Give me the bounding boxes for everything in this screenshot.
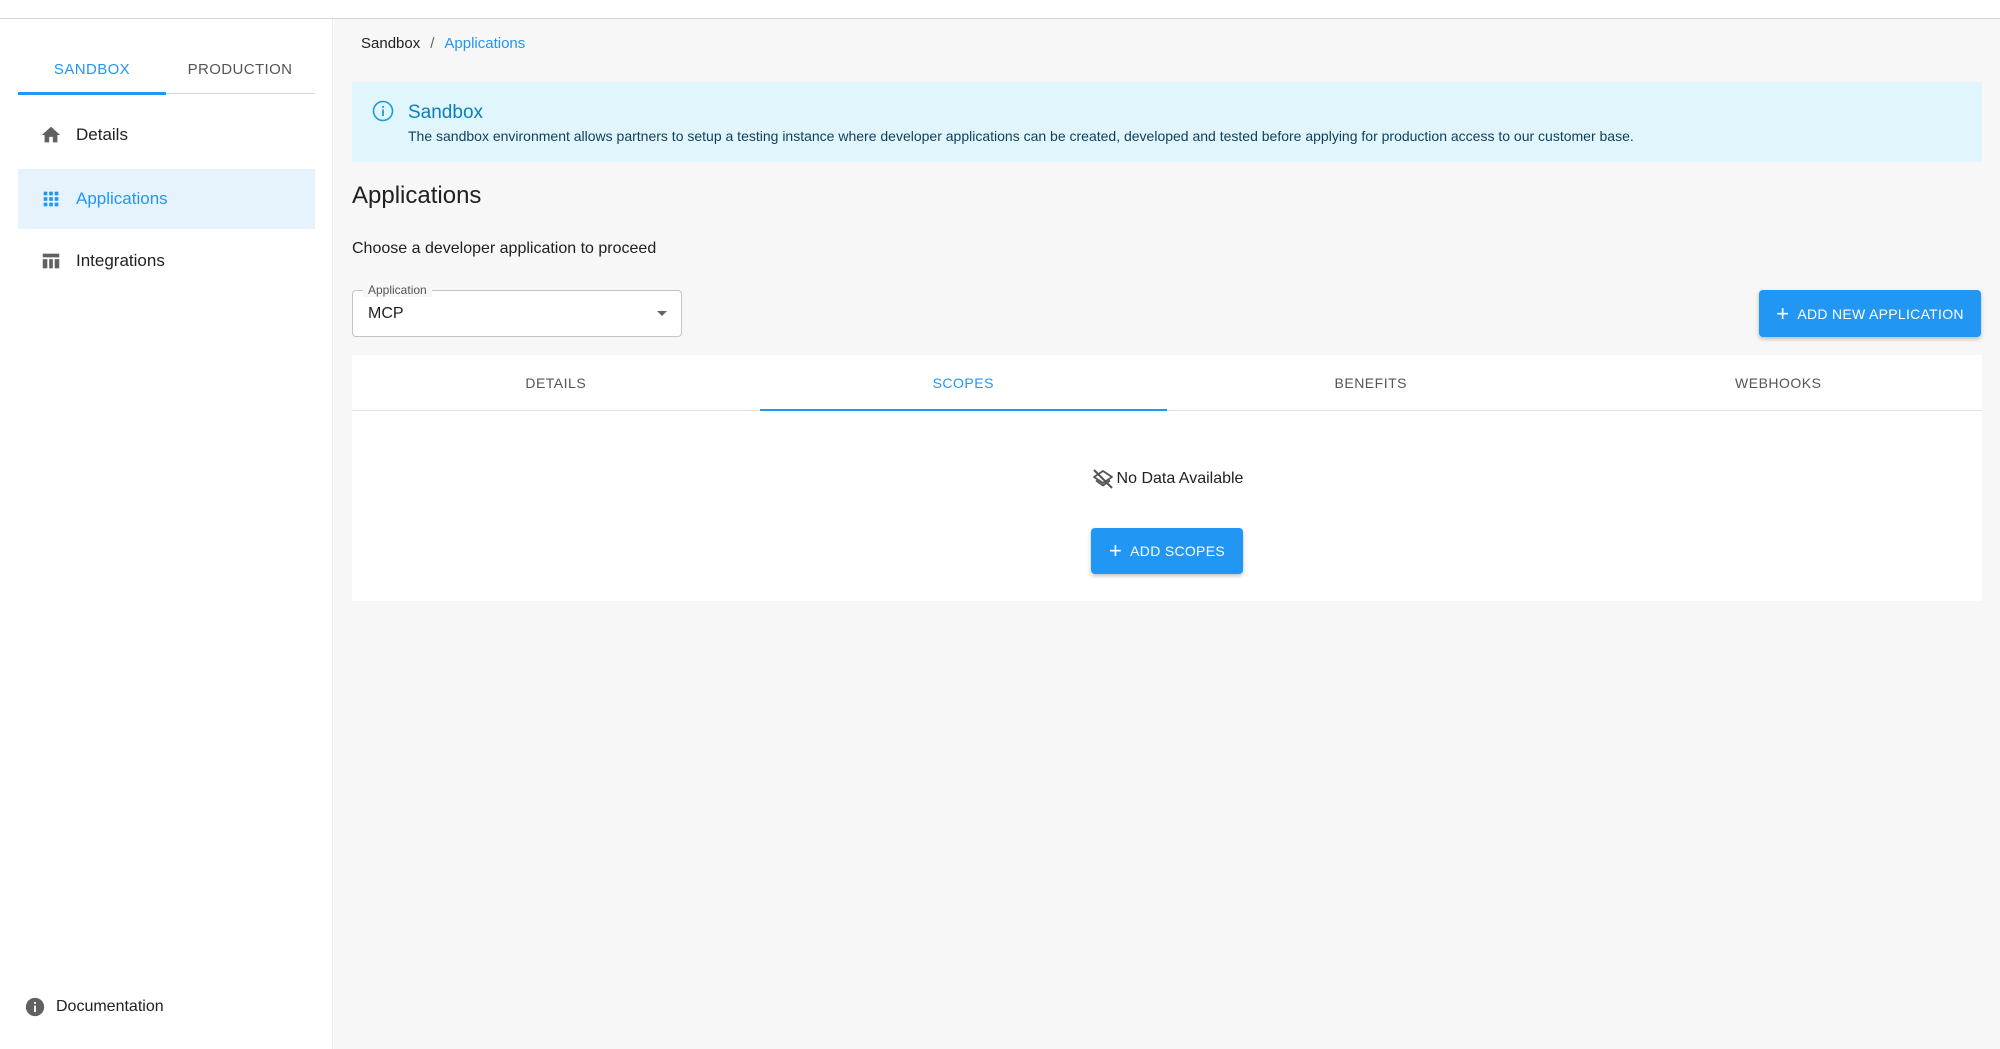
tab-scopes[interactable]: SCOPES [759,355,1168,411]
top-bar [0,0,2000,19]
add-new-application-button[interactable]: + ADD NEW APPLICATION [1759,290,1981,337]
sidebar-item-label: Applications [76,189,168,208]
sandbox-info-alert: Sandbox The sandbox environment allows p… [352,82,1982,162]
breadcrumb-applications[interactable]: Applications [444,35,525,52]
breadcrumb: Sandbox / Applications [361,35,525,52]
info-outline-icon [372,100,394,122]
add-scopes-label: ADD SCOPES [1130,543,1225,559]
main-content: Sandbox / Applications Sandbox The sandb… [334,19,2000,1049]
tab-details[interactable]: DETAILS [352,355,760,410]
application-tabs: DETAILS SCOPES BENEFITS WEBHOOKS [352,355,1982,411]
application-select-label: Application [363,283,432,297]
sidebar-item-label: Details [76,125,128,144]
layers-off-icon [1092,469,1113,489]
sidebar-item-applications[interactable]: Applications [18,169,315,229]
sidebar-item-label: Integrations [76,251,165,270]
empty-state-text: No Data Available [1116,470,1244,487]
application-select[interactable]: Application MCP [352,283,682,337]
sidebar: SANDBOX PRODUCTION Details Applications … [0,19,333,1049]
breadcrumb-sandbox[interactable]: Sandbox [361,35,420,52]
table-icon [42,253,60,269]
chevron-down-icon [657,311,667,316]
tab-production[interactable]: PRODUCTION [166,45,314,94]
alert-title: Sandbox [408,102,484,123]
page-title: Applications [352,182,482,209]
documentation-link[interactable]: Documentation [24,996,164,1018]
home-icon [41,126,61,143]
alert-body: The sandbox environment allows partners … [408,128,1634,144]
environment-tabs: SANDBOX PRODUCTION [18,45,315,95]
application-select-value: MCP [368,305,404,322]
tab-sandbox[interactable]: SANDBOX [18,45,166,95]
tab-benefits[interactable]: BENEFITS [1167,355,1575,410]
plus-icon: + [1776,300,1790,326]
sidebar-item-integrations[interactable]: Integrations [18,231,315,291]
documentation-label: Documentation [56,998,164,1015]
empty-state: No Data Available [352,467,1982,491]
sidebar-item-details[interactable]: Details [18,105,315,165]
apps-grid-icon [43,191,59,207]
info-icon [25,997,45,1017]
page-subtitle: Choose a developer application to procee… [352,240,657,257]
add-new-application-label: ADD NEW APPLICATION [1797,305,1964,322]
breadcrumb-separator: / [430,35,435,52]
add-scopes-button[interactable]: + ADD SCOPES [1091,528,1243,574]
plus-icon: + [1109,538,1123,563]
tab-webhooks[interactable]: WEBHOOKS [1575,355,1983,410]
